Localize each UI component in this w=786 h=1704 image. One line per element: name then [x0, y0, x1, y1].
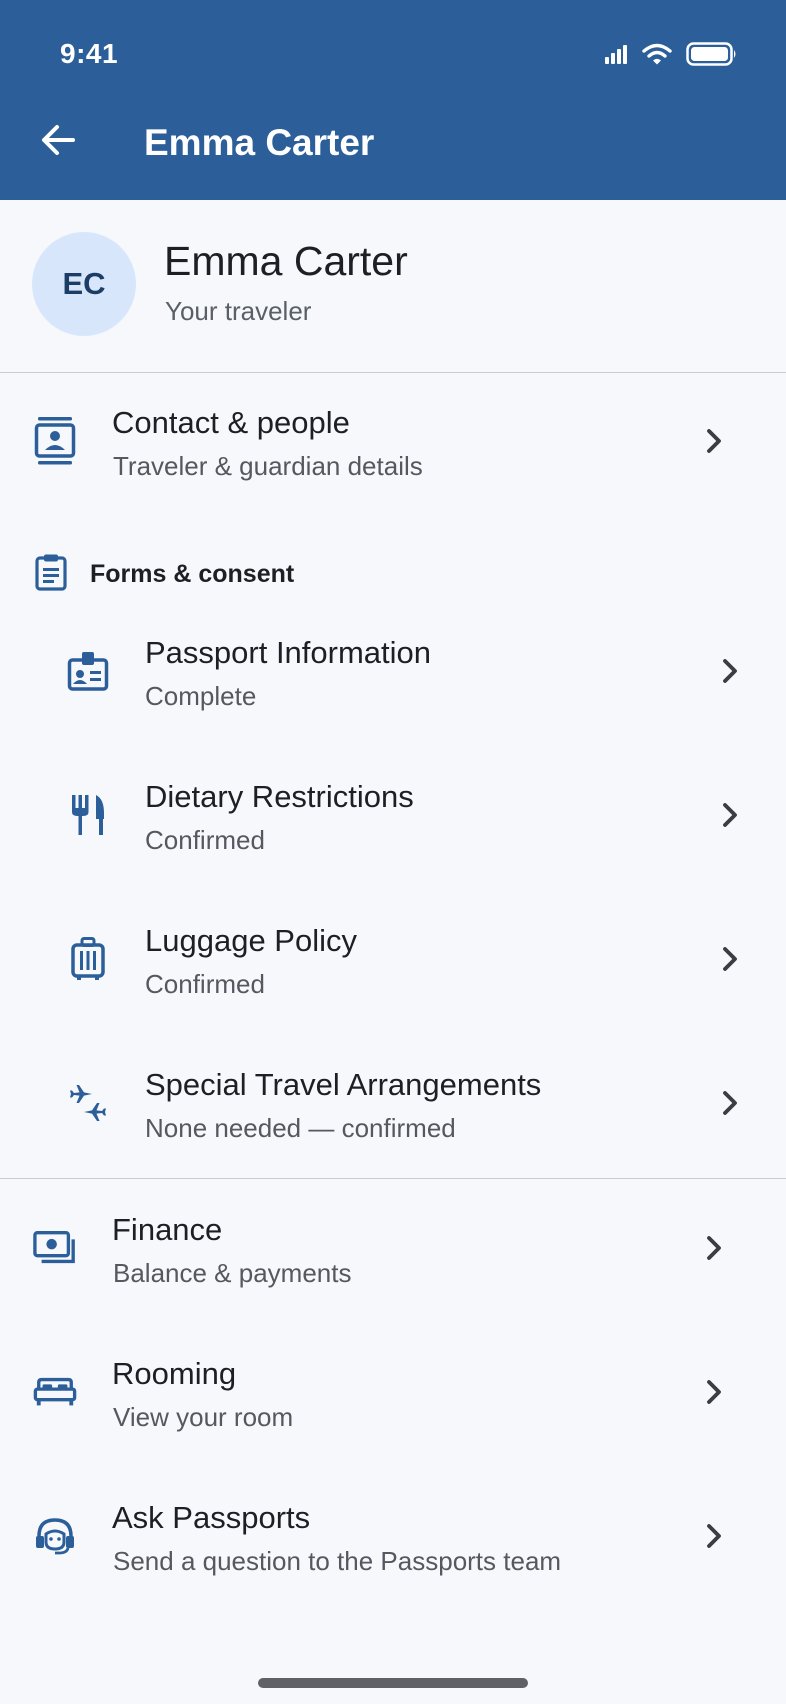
dietary-restrictions-item[interactable]: Dietary Restrictions Confirmed	[0, 767, 786, 893]
page-title: Emma Carter	[144, 122, 375, 163]
bed-icon	[33, 1370, 77, 1414]
luggage-policy-item[interactable]: Luggage Policy Confirmed	[0, 911, 786, 1037]
chevron-right-icon	[698, 1230, 730, 1266]
chevron-right-icon	[714, 653, 746, 689]
traveler-profile: EC Emma Carter Your traveler	[0, 200, 786, 373]
finance-item[interactable]: Finance Balance & payments	[0, 1200, 786, 1326]
luggage-icon	[66, 937, 110, 981]
rooming-item[interactable]: Rooming View your room	[0, 1344, 786, 1470]
contact-people-subtitle: Traveler & guardian details	[113, 451, 423, 481]
chevron-right-icon	[714, 941, 746, 977]
profile-name: Emma Carter	[164, 238, 408, 284]
luggage-policy-title: Luggage Policy	[145, 923, 357, 958]
special-travel-arrangements-title: Special Travel Arrangements	[145, 1067, 542, 1102]
home-indicator[interactable]	[258, 1678, 528, 1688]
passport-information-status: Complete	[145, 681, 257, 711]
cellular-signal-icon	[604, 44, 628, 69]
passport-information-item[interactable]: Passport Information Complete	[0, 623, 786, 749]
wifi-icon	[642, 43, 672, 70]
chevron-right-icon	[698, 1518, 730, 1554]
finance-title: Finance	[112, 1212, 223, 1247]
rooming-subtitle: View your room	[113, 1402, 294, 1432]
app-header: 9:41 Emma Carter	[0, 0, 786, 200]
special-travel-arrangements-status: None needed — confirmed	[145, 1113, 456, 1143]
clipboard-icon	[34, 553, 68, 596]
ask-passports-item[interactable]: Ask Passports Send a question to the Pas…	[0, 1488, 786, 1614]
ask-passports-subtitle: Send a question to the Passports team	[113, 1546, 562, 1576]
ask-passports-title: Ask Passports	[112, 1500, 311, 1535]
contact-people-title: Contact & people	[112, 405, 350, 440]
contact-people-item[interactable]: Contact & people Traveler & guardian det…	[0, 393, 786, 519]
connecting-flights-icon	[66, 1081, 110, 1125]
profile-subtitle: Your traveler	[165, 296, 312, 326]
avatar: EC	[32, 232, 136, 336]
support-agent-icon	[33, 1514, 77, 1558]
chevron-right-icon	[698, 423, 730, 459]
forms-consent-header: Forms & consent	[34, 554, 295, 592]
dietary-restrictions-status: Confirmed	[145, 825, 265, 855]
payments-icon	[33, 1226, 77, 1270]
chevron-right-icon	[714, 797, 746, 833]
section-divider	[0, 1178, 786, 1179]
passport-information-title: Passport Information	[145, 635, 432, 670]
chevron-right-icon	[714, 1085, 746, 1121]
arrow-left-icon	[39, 123, 77, 162]
contact-card-icon	[33, 417, 77, 465]
finance-subtitle: Balance & payments	[113, 1258, 352, 1288]
forms-consent-label: Forms & consent	[90, 559, 295, 588]
status-icons	[604, 42, 738, 71]
utensils-icon	[66, 793, 110, 837]
special-travel-arrangements-item[interactable]: Special Travel Arrangements None needed …	[0, 1055, 786, 1181]
back-button[interactable]	[34, 118, 82, 166]
battery-icon	[686, 42, 738, 71]
dietary-restrictions-title: Dietary Restrictions	[145, 779, 414, 814]
id-badge-icon	[66, 649, 110, 693]
rooming-title: Rooming	[112, 1356, 237, 1391]
luggage-policy-status: Confirmed	[145, 969, 265, 999]
chevron-right-icon	[698, 1374, 730, 1410]
status-time: 9:41	[60, 38, 119, 69]
